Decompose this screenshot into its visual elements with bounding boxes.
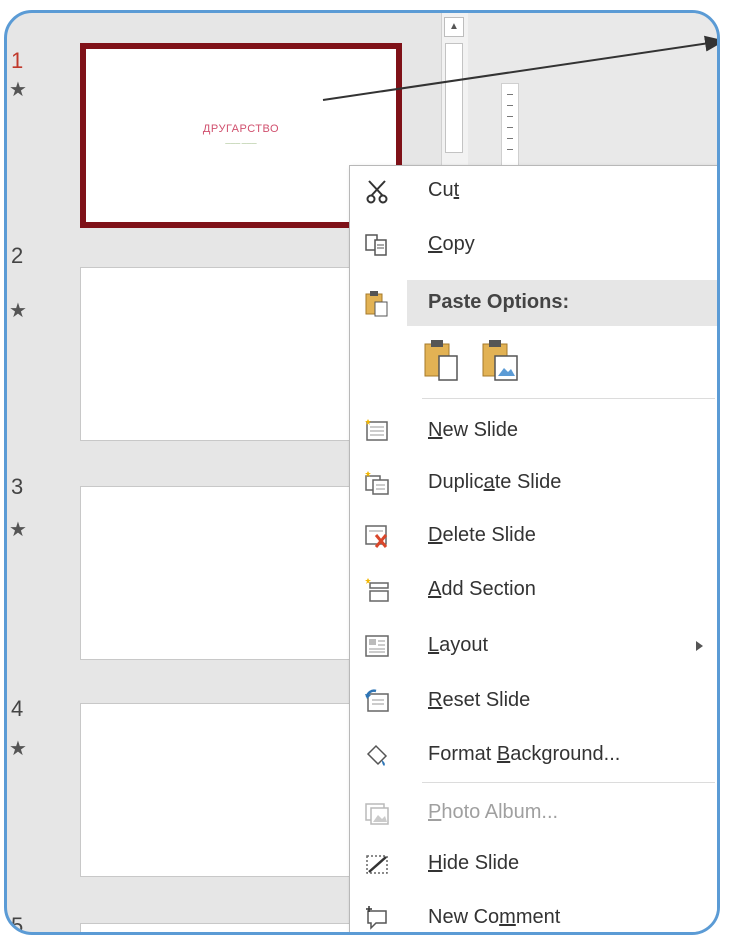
reset-slide-label: Reset Slide xyxy=(428,689,531,711)
new-slide-icon xyxy=(365,419,388,441)
duplicate-slide-icon xyxy=(365,471,389,495)
menu-item-layout[interactable]: Layout xyxy=(350,621,717,671)
menu-item-new-comment[interactable]: New Comment xyxy=(350,893,717,932)
menu-item-copy[interactable]: Copy xyxy=(350,220,717,270)
scissors-icon xyxy=(366,180,388,204)
paste-icon xyxy=(365,291,388,317)
menu-separator xyxy=(422,782,715,783)
photo-album-icon xyxy=(365,803,389,825)
reset-slide-icon xyxy=(365,689,389,712)
cut-label: Cut xyxy=(428,179,460,201)
paste-options-header: Paste Options: xyxy=(407,280,717,326)
menu-item-photo-album: Photo Album... xyxy=(350,788,717,838)
menu-separator xyxy=(422,398,715,399)
arrow-to-slide xyxy=(322,35,717,101)
delete-slide-icon xyxy=(365,525,388,548)
new-comment-label: New Comment xyxy=(428,906,561,928)
menu-item-hide-slide[interactable]: Hide Slide xyxy=(350,839,717,889)
add-section-icon xyxy=(365,578,389,602)
powerpoint-window-frame: 1 ★ ДРУГАРСТВО ——— ——— 2 ★ 3 ★ 4 ★ 5 ▲ C… xyxy=(4,10,720,935)
context-menu: Cut Copy Paste Options: New Slide Duplic… xyxy=(349,165,717,932)
copy-icon xyxy=(365,234,387,256)
submenu-arrow-icon xyxy=(696,641,703,651)
menu-item-add-section[interactable]: Add Section xyxy=(350,565,717,615)
menu-item-reset-slide[interactable]: Reset Slide xyxy=(350,676,717,726)
paste-options-label: Paste Options: xyxy=(428,291,570,313)
menu-item-duplicate-slide[interactable]: Duplicate Slide xyxy=(350,458,717,508)
menu-item-cut[interactable]: Cut xyxy=(350,166,717,216)
hide-slide-label: Hide Slide xyxy=(428,852,520,874)
new-comment-icon xyxy=(366,906,387,930)
duplicate-slide-label: Duplicate Slide xyxy=(428,471,562,493)
add-section-label: Add Section xyxy=(428,578,536,600)
paste-use-destination-theme-icon[interactable] xyxy=(422,338,460,384)
hide-slide-icon xyxy=(366,855,388,874)
copy-label: Copy xyxy=(428,233,475,255)
new-slide-label: New Slide xyxy=(428,419,519,441)
layout-icon xyxy=(365,635,389,657)
menu-item-delete-slide[interactable]: Delete Slide xyxy=(350,511,717,561)
menu-item-format-background[interactable]: Format Background... xyxy=(350,730,717,780)
delete-slide-label: Delete Slide xyxy=(428,524,536,546)
format-background-label: Format Background... xyxy=(428,743,621,765)
photo-album-label: Photo Album... xyxy=(428,801,559,823)
format-background-icon xyxy=(366,744,388,766)
paste-as-picture-icon[interactable] xyxy=(480,338,520,384)
menu-item-new-slide[interactable]: New Slide xyxy=(350,406,717,456)
layout-label: Layout xyxy=(428,634,489,656)
